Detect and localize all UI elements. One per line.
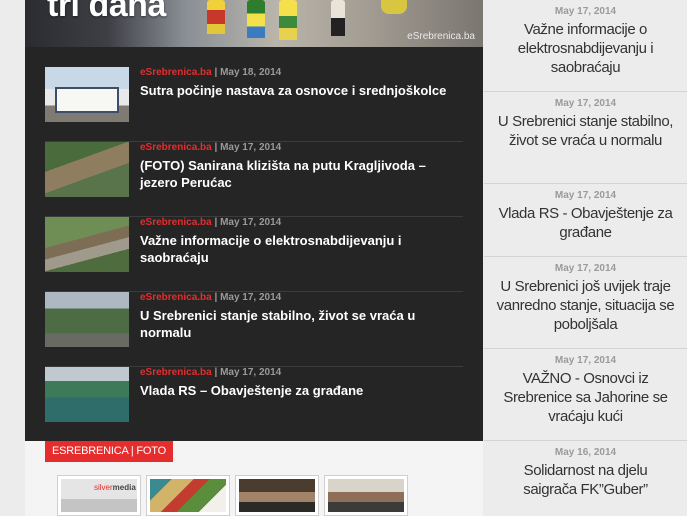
news-panel: tri dana eSrebrenica.ba eSrebrenica.ba |… — [25, 0, 483, 441]
news-item[interactable]: eSrebrenica.ba | May 18, 2014 Sutra poči… — [45, 67, 463, 142]
sidebar-date: May 17, 2014 — [554, 6, 617, 17]
news-headline[interactable]: Vlada RS – Obavještenje za građane — [140, 382, 460, 399]
news-item[interactable]: eSrebrenica.ba | May 17, 2014 U Srebreni… — [45, 292, 463, 367]
news-source[interactable]: eSrebrenica.ba — [140, 67, 212, 78]
foto-thumbnail[interactable] — [235, 475, 319, 516]
news-date: May 17, 2014 — [220, 367, 282, 378]
sidebar-item[interactable]: May 17, 2014 U Srebrenici još uvijek tra… — [484, 263, 687, 349]
sidebar-date: May 17, 2014 — [554, 355, 617, 366]
hero-title[interactable]: tri dana — [47, 0, 166, 25]
sidebar-title[interactable]: U Srebrenici stanje stabilno, život se v… — [484, 112, 687, 150]
news-source[interactable]: eSrebrenica.ba — [140, 217, 212, 228]
meta-separator: | — [211, 142, 221, 153]
sidebar-item[interactable]: May 17, 2014 U Srebrenici stanje stabiln… — [484, 98, 687, 184]
news-item[interactable]: eSrebrenica.ba | May 17, 2014 Vlada RS –… — [45, 367, 463, 442]
news-headline[interactable]: (FOTO) Sanirana klizišta na putu Kraglji… — [140, 157, 460, 191]
meta-separator: | — [211, 217, 221, 228]
news-source[interactable]: eSrebrenica.ba — [140, 292, 212, 303]
foto-section-label[interactable]: ESREBRENICA | FOTO — [45, 441, 173, 462]
foto-image — [150, 479, 226, 512]
foto-thumbnail[interactable]: silvermedia — [57, 475, 141, 516]
main-column: tri dana eSrebrenica.ba eSrebrenica.ba |… — [25, 0, 483, 516]
foto-image — [239, 479, 315, 512]
news-item[interactable]: eSrebrenica.ba | May 17, 2014 (FOTO) San… — [45, 142, 463, 217]
hero-watermark: eSrebrenica.ba — [407, 31, 475, 42]
paint-jar-icon — [381, 0, 407, 14]
foto-thumbnail[interactable] — [146, 475, 230, 516]
sidebar-date: May 16, 2014 — [554, 447, 617, 458]
meta-separator: | — [211, 292, 221, 303]
news-meta: eSrebrenica.ba | May 18, 2014 — [140, 67, 281, 78]
news-source[interactable]: eSrebrenica.ba — [140, 142, 212, 153]
news-source[interactable]: eSrebrenica.ba — [140, 367, 212, 378]
sidebar-item[interactable]: May 17, 2014 Vlada RS - Obavještenje za … — [484, 190, 687, 257]
foto-logo: silvermedia — [94, 483, 136, 492]
sidebar-item[interactable]: May 17, 2014 VAŽNO - Osnovci iz Srebreni… — [484, 355, 687, 441]
foto-logo-b: media — [112, 483, 136, 492]
sidebar-date: May 17, 2014 — [554, 190, 617, 201]
paint-bottle-icon — [331, 0, 345, 36]
sidebar-title[interactable]: U Srebrenici još uvijek traje vanredno s… — [484, 277, 687, 334]
sidebar-date: May 17, 2014 — [554, 263, 617, 274]
news-item[interactable]: eSrebrenica.ba | May 17, 2014 Važne info… — [45, 217, 463, 292]
news-thumbnail[interactable] — [45, 217, 129, 272]
sidebar-item[interactable]: May 16, 2014 Solidarnost na djelu saigra… — [484, 447, 687, 513]
sidebar-item[interactable]: May 17, 2014 Važne informacije o elektro… — [484, 6, 687, 92]
meta-separator: | — [211, 67, 221, 78]
news-thumbnail[interactable] — [45, 67, 129, 122]
news-date: May 17, 2014 — [220, 292, 282, 303]
news-thumbnail[interactable] — [45, 142, 129, 197]
news-thumbnail[interactable] — [45, 367, 129, 422]
hero-image[interactable]: tri dana eSrebrenica.ba — [25, 0, 483, 47]
sidebar-title[interactable]: Važne informacije o elektrosnabdijevanju… — [484, 20, 687, 77]
sidebar: May 17, 2014 Važne informacije o elektro… — [484, 0, 687, 516]
meta-separator: | — [211, 367, 221, 378]
news-thumbnail[interactable] — [45, 292, 129, 347]
news-meta: eSrebrenica.ba | May 17, 2014 — [140, 367, 281, 378]
paint-bottle-icon — [247, 0, 265, 38]
news-meta: eSrebrenica.ba | May 17, 2014 — [140, 142, 281, 153]
news-meta: eSrebrenica.ba | May 17, 2014 — [140, 217, 281, 228]
sidebar-date: May 17, 2014 — [554, 98, 617, 109]
news-headline[interactable]: Važne informacije o elektrosnabdijevanju… — [140, 232, 460, 266]
news-date: May 18, 2014 — [220, 67, 282, 78]
news-date: May 17, 2014 — [220, 142, 282, 153]
paint-bottle-icon — [279, 0, 297, 40]
foto-logo-a: silver — [94, 483, 113, 492]
sidebar-title[interactable]: Solidarnost na djelu saigrača FK”Guber” — [484, 461, 687, 499]
sidebar-title[interactable]: Vlada RS - Obavještenje za građane — [484, 204, 687, 242]
news-headline[interactable]: Sutra počinje nastava za osnovce i sredn… — [140, 82, 460, 99]
news-meta: eSrebrenica.ba | May 17, 2014 — [140, 292, 281, 303]
paint-bottle-icon — [207, 0, 225, 34]
sidebar-title[interactable]: VAŽNO - Osnovci iz Srebrenice sa Jahorin… — [484, 369, 687, 426]
news-headline[interactable]: U Srebrenici stanje stabilno, život se v… — [140, 307, 460, 341]
foto-image — [328, 479, 404, 512]
foto-thumbnail[interactable] — [324, 475, 408, 516]
news-date: May 17, 2014 — [220, 217, 282, 228]
